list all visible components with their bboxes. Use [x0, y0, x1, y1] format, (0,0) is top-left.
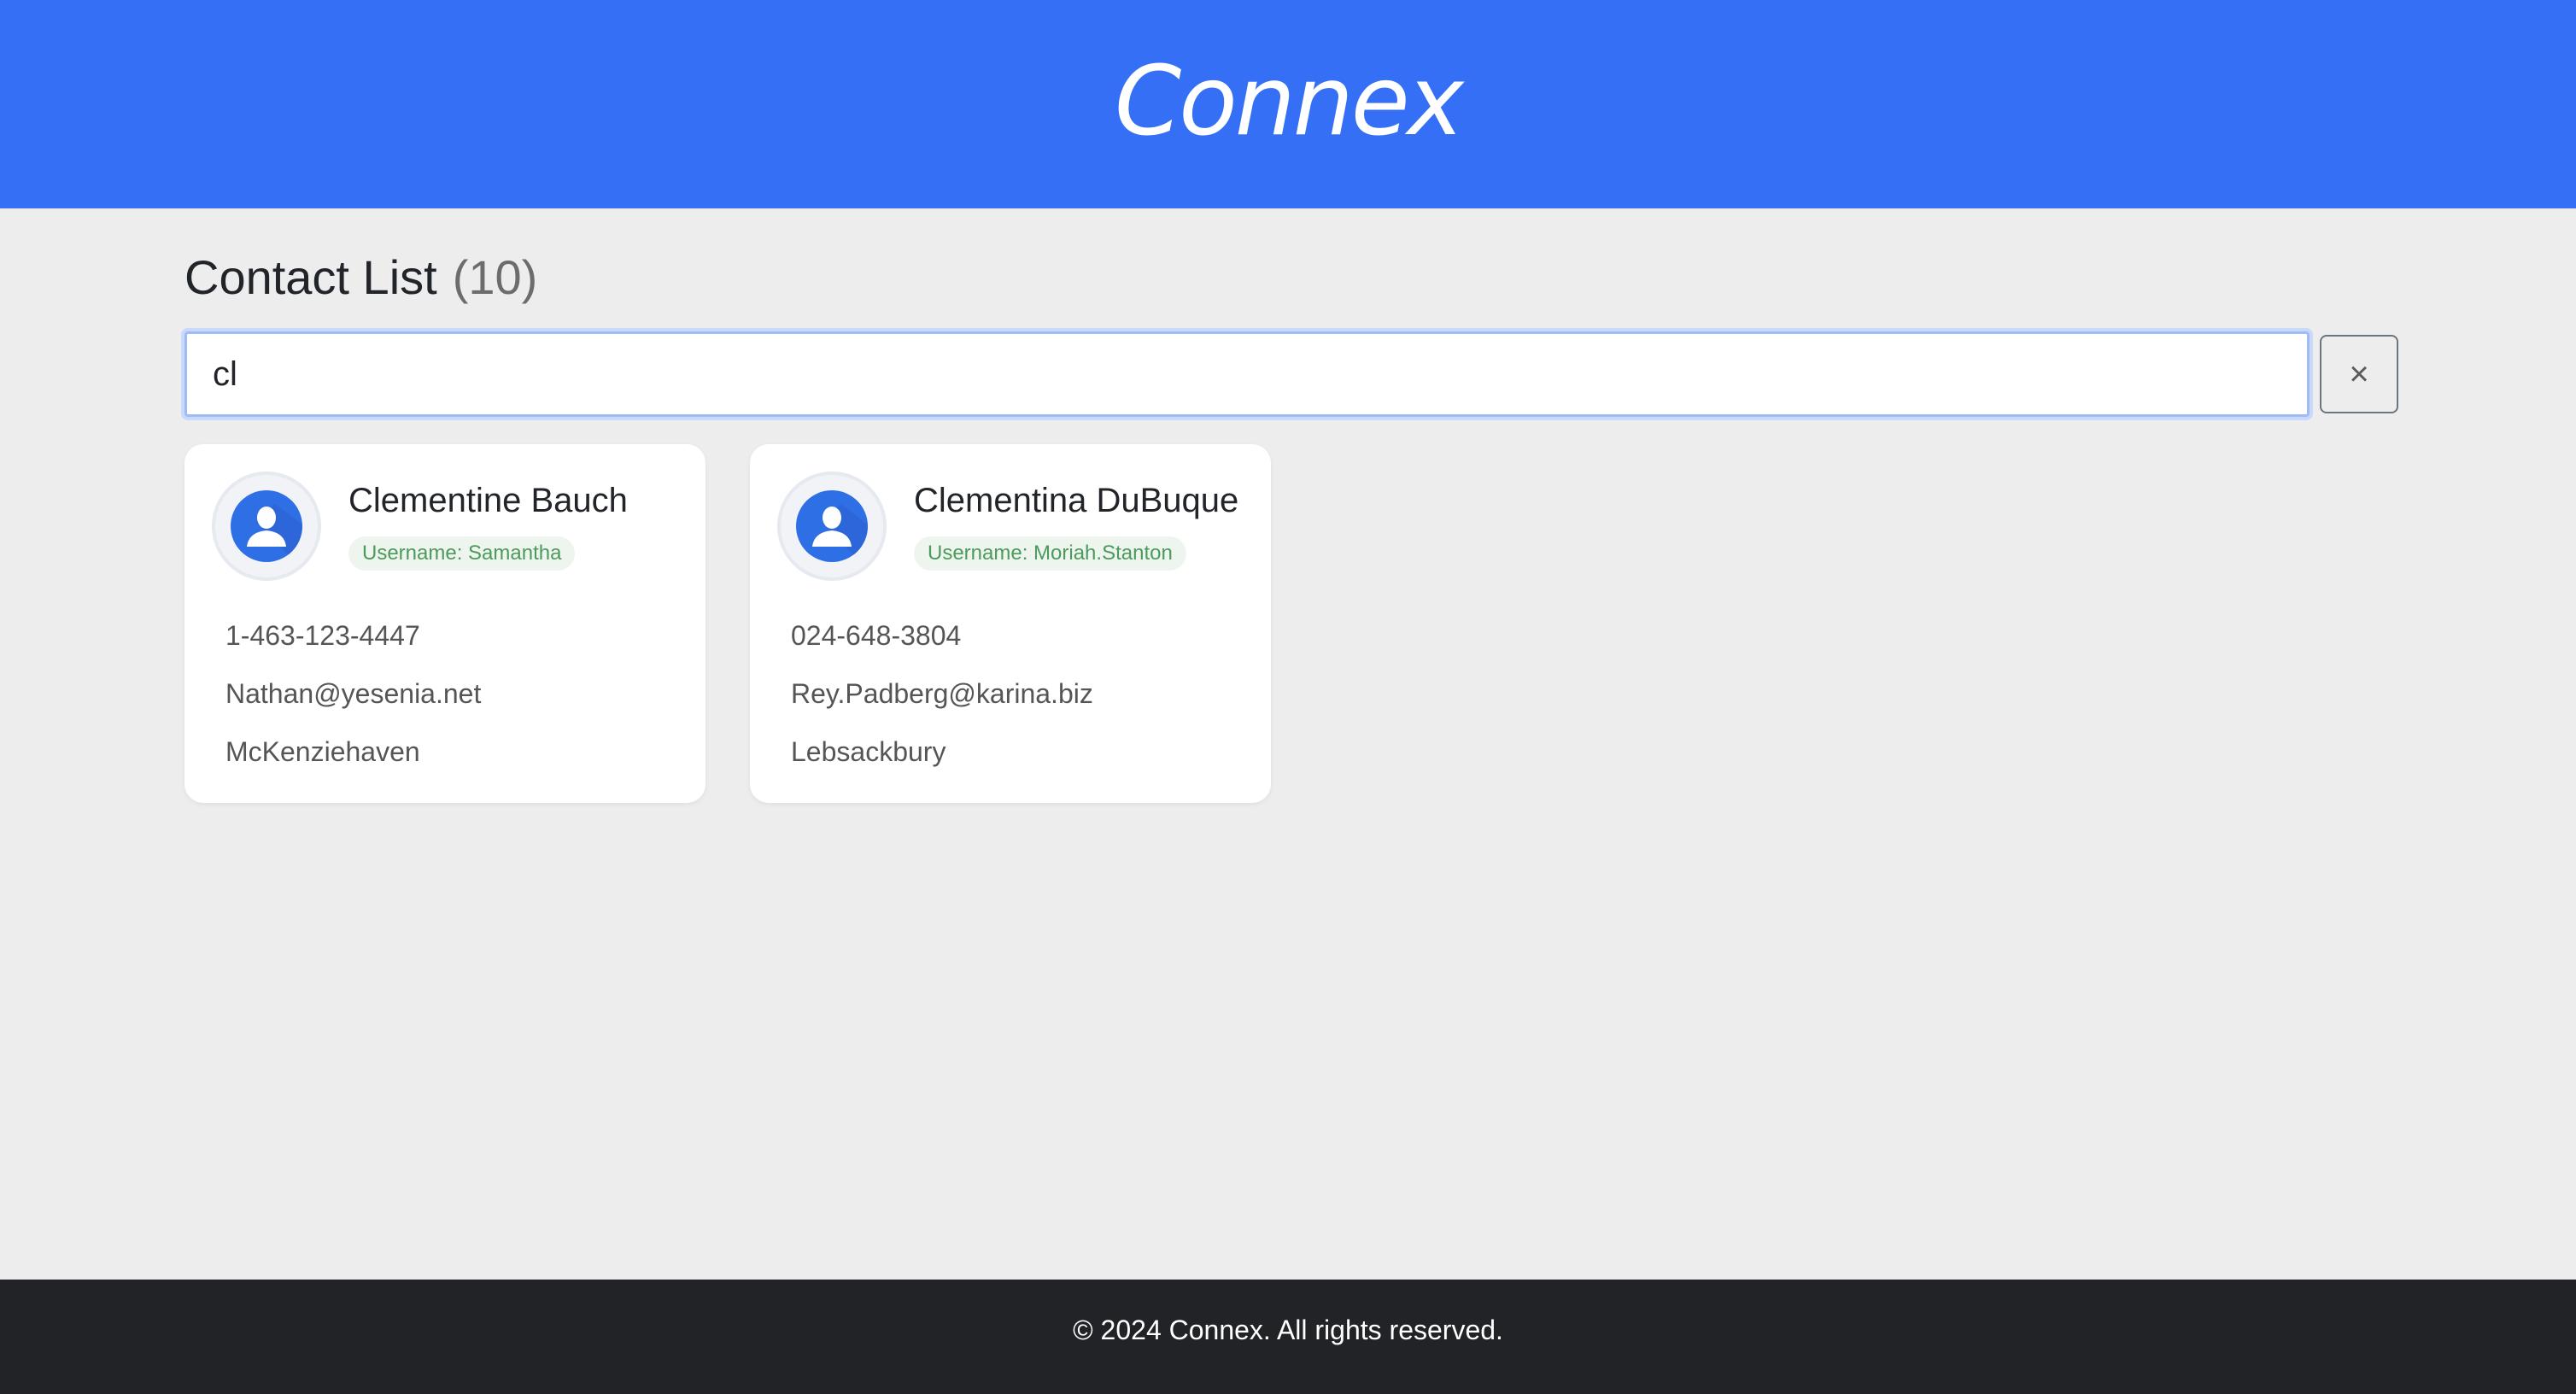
contact-card[interactable]: Clementina DuBuque Username: Moriah.Stan…	[750, 444, 1271, 803]
contact-cards: Clementine Bauch Username: Samantha 1-46…	[184, 444, 1271, 803]
search-input[interactable]	[187, 334, 2307, 414]
page-title: Contact List	[184, 250, 437, 304]
brand-logo[interactable]: Connex	[1115, 54, 1464, 149]
page-title-row: Contact List (10)	[184, 249, 537, 305]
user-avatar-icon	[777, 472, 887, 581]
contact-count: (10)	[452, 250, 538, 304]
footer-copyright: © 2024 Connex. All rights reserved.	[1073, 1314, 1503, 1345]
contact-card[interactable]: Clementine Bauch Username: Samantha 1-46…	[184, 444, 705, 803]
app-footer: © 2024 Connex. All rights reserved.	[0, 1280, 2576, 1394]
user-avatar-icon	[212, 472, 321, 581]
clear-search-button[interactable]: ×	[2320, 335, 2398, 413]
username-badge: Username: Moriah.Stanton	[914, 536, 1186, 571]
contact-city: Lebsackbury	[791, 736, 946, 767]
search-field[interactable]	[184, 331, 2310, 417]
contact-name: Clementina DuBuque	[914, 482, 1239, 519]
contact-email: Rey.Padberg@karina.biz	[791, 678, 1093, 709]
contact-phone: 024-648-3804	[791, 620, 962, 651]
close-icon: ×	[2349, 354, 2369, 393]
contact-name: Clementine Bauch	[348, 482, 628, 519]
app-header: Connex	[0, 0, 2576, 208]
contact-email: Nathan@yesenia.net	[225, 678, 482, 709]
contact-phone: 1-463-123-4447	[225, 620, 420, 651]
contact-city: McKenziehaven	[225, 736, 420, 767]
username-badge: Username: Samantha	[348, 536, 576, 571]
